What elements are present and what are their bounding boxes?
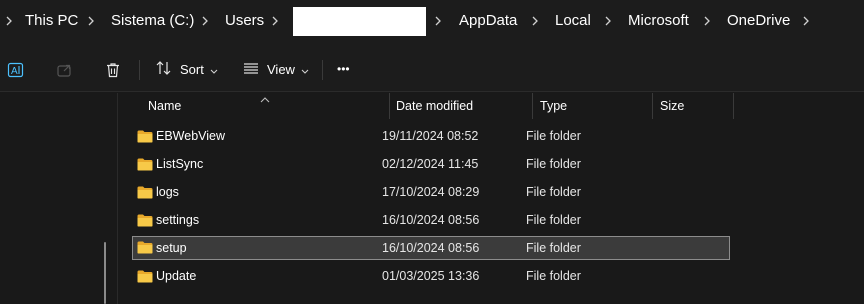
- file-row[interactable]: EBWebView 19/11/2024 08:52 File folder: [132, 125, 730, 149]
- chevron-down-icon: [210, 62, 218, 77]
- toolbar-divider: [139, 60, 140, 80]
- chevron-right-icon[interactable]: [84, 11, 98, 31]
- rename-icon[interactable]: A: [7, 61, 25, 79]
- file-type: File folder: [526, 241, 581, 255]
- chevron-right-icon[interactable]: [2, 11, 16, 31]
- breadcrumb-item-redacted-username[interactable]: [293, 7, 426, 36]
- file-date-modified: 02/12/2024 11:45: [382, 157, 479, 171]
- view-label: View: [267, 61, 295, 77]
- file-name: logs: [156, 185, 179, 199]
- folder-icon: [137, 270, 153, 286]
- chevron-right-icon[interactable]: [268, 11, 282, 31]
- file-row[interactable]: Update 01/03/2025 13:36 File folder: [132, 265, 730, 289]
- column-header-type[interactable]: Type: [540, 93, 567, 119]
- file-type: File folder: [526, 213, 581, 227]
- command-bar: A Sort View •••: [0, 42, 864, 92]
- navigation-pane-scrollbar[interactable]: [104, 242, 106, 304]
- view-button[interactable]: View: [242, 56, 309, 82]
- file-row[interactable]: logs 17/10/2024 08:29 File folder: [132, 181, 730, 205]
- navigation-pane: [0, 93, 118, 304]
- chevron-right-icon[interactable]: [431, 11, 445, 31]
- breadcrumb-item-appdata[interactable]: AppData: [459, 11, 517, 31]
- chevron-right-icon[interactable]: [601, 11, 615, 31]
- folder-icon: [137, 186, 153, 202]
- sort-icon: [155, 59, 173, 80]
- sort-label: Sort: [180, 61, 204, 77]
- file-date-modified: 01/03/2025 13:36: [382, 269, 480, 283]
- address-bar-breadcrumb: This PC Sistema (C:) Users AppData Local…: [0, 0, 864, 42]
- toolbar-divider: [322, 60, 323, 80]
- svg-text:A: A: [11, 66, 18, 77]
- file-row[interactable]: settings 16/10/2024 08:56 File folder: [132, 209, 730, 233]
- breadcrumb-item-sistema-c[interactable]: Sistema (C:): [111, 11, 194, 31]
- breadcrumb-item-local[interactable]: Local: [555, 11, 591, 31]
- column-divider[interactable]: [389, 93, 390, 119]
- file-list: Name Date modified Type Size EBWebView 1…: [118, 93, 864, 304]
- file-date-modified: 16/10/2024 08:56: [382, 213, 480, 227]
- column-divider[interactable]: [532, 93, 533, 119]
- more-options-button[interactable]: •••: [337, 56, 350, 82]
- breadcrumb-item-microsoft[interactable]: Microsoft: [628, 11, 689, 31]
- sort-button[interactable]: Sort: [155, 56, 218, 82]
- file-row[interactable]: ListSync 02/12/2024 11:45 File folder: [132, 153, 730, 177]
- column-header-size[interactable]: Size: [660, 93, 684, 119]
- more-icon: •••: [337, 62, 350, 76]
- folder-icon: [137, 130, 153, 146]
- breadcrumb-item-this-pc[interactable]: This PC: [25, 11, 78, 31]
- file-type: File folder: [526, 129, 581, 143]
- file-name: Update: [156, 269, 197, 283]
- folder-icon: [137, 241, 153, 257]
- sort-ascending-icon: [260, 91, 270, 109]
- breadcrumb-item-users[interactable]: Users: [225, 11, 264, 31]
- column-divider[interactable]: [652, 93, 653, 119]
- breadcrumb-item-onedrive[interactable]: OneDrive: [727, 11, 790, 31]
- file-type: File folder: [526, 157, 581, 171]
- column-header-date-modified[interactable]: Date modified: [396, 93, 473, 119]
- file-name: settings: [156, 213, 200, 227]
- file-type: File folder: [526, 185, 581, 199]
- chevron-right-icon[interactable]: [799, 11, 813, 31]
- file-name: EBWebView: [156, 129, 226, 143]
- view-icon: [242, 59, 260, 80]
- file-type: File folder: [526, 269, 581, 283]
- folder-icon: [137, 214, 153, 230]
- chevron-right-icon[interactable]: [198, 11, 212, 31]
- chevron-right-icon[interactable]: [528, 11, 542, 31]
- file-date-modified: 19/11/2024 08:52: [382, 129, 479, 143]
- column-divider[interactable]: [733, 93, 734, 119]
- file-date-modified: 17/10/2024 08:29: [382, 185, 480, 199]
- delete-icon[interactable]: [104, 61, 122, 79]
- file-name: setup: [156, 241, 187, 255]
- folder-icon: [137, 158, 153, 174]
- file-row-selected[interactable]: setup 16/10/2024 08:56 File folder: [132, 236, 730, 260]
- file-date-modified: 16/10/2024 08:56: [382, 241, 480, 255]
- share-icon[interactable]: [56, 61, 74, 79]
- chevron-right-icon[interactable]: [700, 11, 714, 31]
- chevron-down-icon: [301, 62, 309, 77]
- column-header-name[interactable]: Name: [148, 93, 181, 119]
- file-name: ListSync: [156, 157, 204, 171]
